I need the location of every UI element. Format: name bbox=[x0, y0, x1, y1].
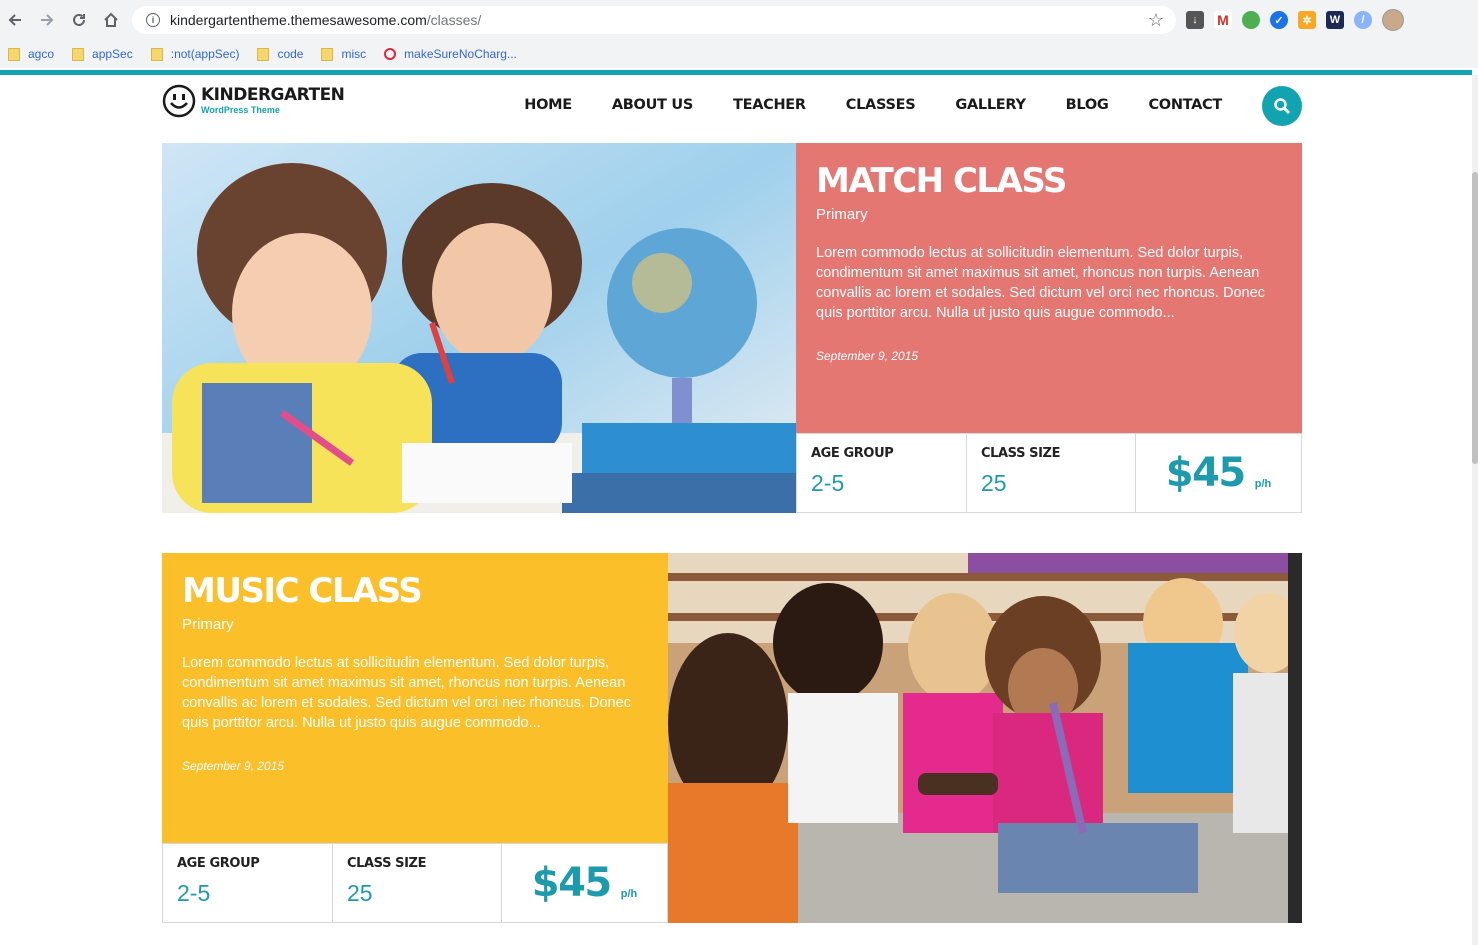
class-size-cell: CLASS SIZE 25 bbox=[967, 434, 1136, 512]
age-group-label: AGE GROUP bbox=[177, 856, 260, 871]
logo-subtitle: WordPress Theme bbox=[201, 105, 280, 115]
url-path: /classes/ bbox=[426, 12, 482, 28]
bookmark-label: makeSureNoCharg... bbox=[404, 47, 517, 61]
class-date: September 9, 2015 bbox=[182, 759, 285, 774]
class-title[interactable]: MATCH CLASS bbox=[816, 162, 1282, 200]
home-icon[interactable] bbox=[100, 9, 122, 31]
globe-extension-icon[interactable] bbox=[1242, 11, 1260, 29]
bookmark-item[interactable]: agco bbox=[8, 47, 54, 61]
back-icon[interactable] bbox=[4, 9, 26, 31]
price-unit: p/h bbox=[620, 888, 638, 900]
check-extension-icon[interactable]: ✓ bbox=[1270, 11, 1288, 29]
price-cell: $45 p/h bbox=[502, 844, 667, 922]
class-level: Primary bbox=[816, 206, 868, 224]
class-info-music: MUSIC CLASS Primary Lorem commodo lectus… bbox=[162, 553, 668, 843]
folder-icon bbox=[257, 47, 270, 61]
extensions-area: ↓ M ✓ ✲ W / bbox=[1186, 9, 1404, 31]
nav-classes[interactable]: CLASSES bbox=[846, 97, 916, 113]
profile-avatar[interactable] bbox=[1382, 9, 1404, 31]
class-size-label: CLASS SIZE bbox=[347, 856, 427, 871]
site-info-icon[interactable]: i bbox=[146, 13, 160, 27]
bookmark-star-icon[interactable]: ☆ bbox=[1148, 10, 1164, 31]
download-extension-icon[interactable]: ↓ bbox=[1186, 11, 1204, 29]
children-music-photo bbox=[668, 553, 1302, 923]
site-logo[interactable]: KINDERGARTEN WordPress Theme bbox=[162, 84, 345, 118]
page-extension-icon[interactable]: / bbox=[1354, 11, 1372, 29]
price-unit: p/h bbox=[1254, 478, 1272, 490]
class-description: Lorem commodo lectus at sollicitudin ele… bbox=[182, 655, 631, 732]
nav-blog[interactable]: BLOG bbox=[1066, 97, 1109, 113]
nav-gallery[interactable]: GALLERY bbox=[955, 97, 1026, 113]
folder-icon bbox=[8, 47, 20, 61]
class-level: Primary bbox=[182, 616, 234, 634]
bookmark-item[interactable]: makeSureNoCharg... bbox=[384, 47, 517, 61]
class-size-value: 25 bbox=[981, 470, 1007, 496]
bookmarks-bar: agco appSec :not(appSec) code misc makeS… bbox=[0, 40, 1478, 68]
age-group-cell: AGE GROUP 2-5 bbox=[163, 844, 333, 922]
folder-icon bbox=[321, 47, 334, 61]
search-icon bbox=[1274, 98, 1291, 115]
price-value: $45 bbox=[1165, 450, 1247, 496]
age-group-value: 2-5 bbox=[811, 470, 845, 496]
price-cell: $45 p/h bbox=[1136, 434, 1301, 512]
gmail-extension-icon[interactable]: M bbox=[1214, 11, 1232, 29]
class-title[interactable]: MUSIC CLASS bbox=[182, 572, 648, 610]
class-photo-match[interactable] bbox=[162, 143, 796, 513]
opera-icon bbox=[384, 48, 397, 60]
w-extension-icon[interactable]: W bbox=[1326, 11, 1344, 29]
age-group-label: AGE GROUP bbox=[811, 446, 894, 461]
browser-toolbar: i kindergartentheme.themesawesome.com/cl… bbox=[0, 0, 1478, 40]
price-value: $45 bbox=[531, 860, 613, 906]
url-host: kindergartentheme.themesawesome.com bbox=[170, 12, 427, 28]
bookmark-label: appSec bbox=[92, 47, 133, 61]
bookmark-item[interactable]: code bbox=[257, 47, 303, 61]
class-stats-music: AGE GROUP 2-5 CLASS SIZE 25 $45 p/h bbox=[162, 843, 668, 923]
bookmark-item[interactable]: :not(appSec) bbox=[150, 47, 240, 61]
scrollbar-thumb[interactable] bbox=[1472, 172, 1478, 464]
age-group-cell: AGE GROUP 2-5 bbox=[797, 434, 967, 512]
folder-icon bbox=[150, 47, 163, 61]
bookmark-label: misc bbox=[341, 47, 367, 61]
search-button[interactable] bbox=[1262, 86, 1302, 126]
bookmark-label: code bbox=[277, 47, 304, 61]
class-stats-match: AGE GROUP 2-5 CLASS SIZE 25 $45 p/h bbox=[796, 433, 1302, 513]
nav-teacher[interactable]: TEACHER bbox=[733, 97, 806, 113]
class-size-value: 25 bbox=[347, 880, 373, 906]
age-group-value: 2-5 bbox=[177, 880, 211, 906]
gear-extension-icon[interactable]: ✲ bbox=[1298, 11, 1316, 29]
bookmark-item[interactable]: appSec bbox=[72, 47, 133, 61]
bookmark-label: agco bbox=[28, 47, 55, 61]
class-description: Lorem commodo lectus at sollicitudin ele… bbox=[816, 245, 1265, 322]
class-info-match: MATCH CLASS Primary Lorem commodo lectus… bbox=[796, 143, 1302, 433]
reload-icon[interactable] bbox=[68, 9, 90, 31]
nav-contact[interactable]: CONTACT bbox=[1148, 97, 1222, 113]
bookmark-label: :not(appSec) bbox=[170, 47, 240, 61]
class-size-label: CLASS SIZE bbox=[981, 446, 1061, 461]
main-nav: HOME ABOUT US TEACHER CLASSES GALLERY BL… bbox=[484, 97, 1222, 113]
logo-title: KINDERGARTEN bbox=[201, 85, 345, 105]
nav-about-us[interactable]: ABOUT US bbox=[612, 97, 693, 113]
children-drawing-photo bbox=[162, 143, 796, 513]
forward-icon[interactable] bbox=[36, 9, 58, 31]
class-photo-music[interactable] bbox=[668, 553, 1302, 923]
folder-icon bbox=[72, 47, 85, 61]
smiley-logo-icon bbox=[162, 84, 196, 118]
nav-home[interactable]: HOME bbox=[524, 97, 572, 113]
address-bar[interactable]: i kindergartentheme.themesawesome.com/cl… bbox=[132, 6, 1176, 34]
class-date: September 9, 2015 bbox=[816, 349, 919, 364]
site-header: KINDERGARTEN WordPress Theme HOME ABOUT … bbox=[162, 75, 1302, 143]
class-size-cell: CLASS SIZE 25 bbox=[333, 844, 502, 922]
bookmark-item[interactable]: misc bbox=[321, 47, 366, 61]
